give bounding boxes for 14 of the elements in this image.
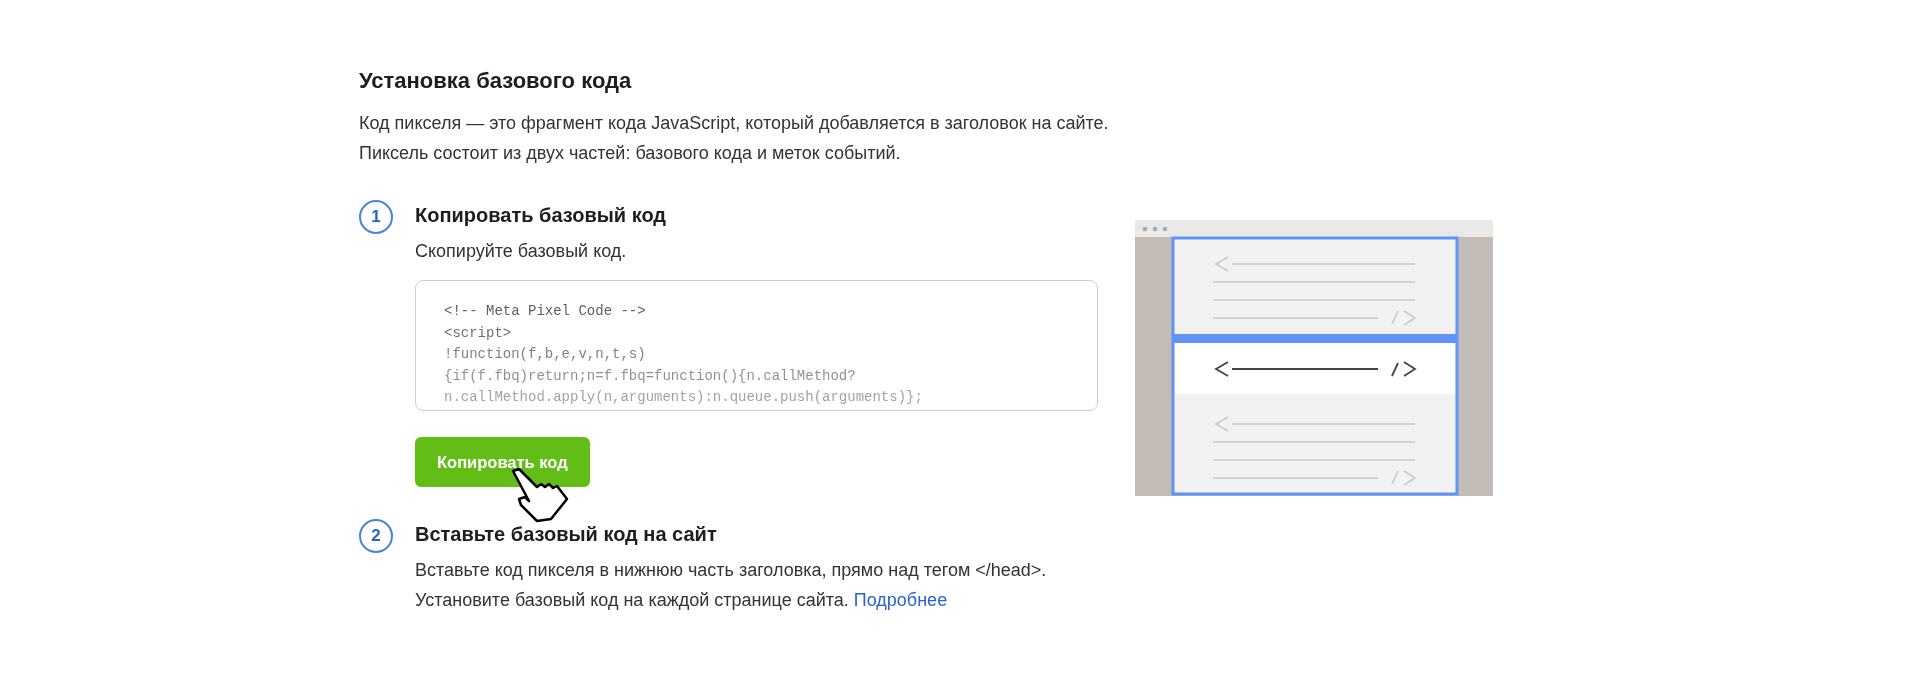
step-description: Скопируйте базовый код. <box>415 240 628 263</box>
section-heading: Установка базового кода <box>359 67 633 95</box>
code-line: <!-- Meta Pixel Code --> <box>444 302 646 321</box>
step-title: Копировать базовый код <box>415 203 668 228</box>
intro-paragraph: Код пикселя — это фрагмент кода JavaScript, который добавляется в заголовок на сайте. Пиксель состоит из двух частей: базового кода и меток событий. <box>359 112 1109 165</box>
step-number: 1 <box>359 200 393 234</box>
step-number: 2 <box>359 519 393 553</box>
code-line: n.callMethod.apply(n,arguments):n.queue.push(arguments)}; <box>444 388 923 407</box>
code-line: !function(f,b,e,v,n,t,s) <box>444 345 646 364</box>
code-line: <script> <box>444 323 512 343</box>
more-link[interactable]: Подробнее <box>853 590 948 610</box>
step-description: Вставьте код пикселя в нижнюю часть заголовка, прямо над тегом </head>. Установите базовый код на каждой странице сайта. Подробнее <box>415 559 1048 612</box>
step-title: Вставьте базовый код на сайт <box>415 522 718 547</box>
code-line: {if(f.fbq)return;n=f.fbq=function(){n.callMethod? <box>444 366 856 386</box>
